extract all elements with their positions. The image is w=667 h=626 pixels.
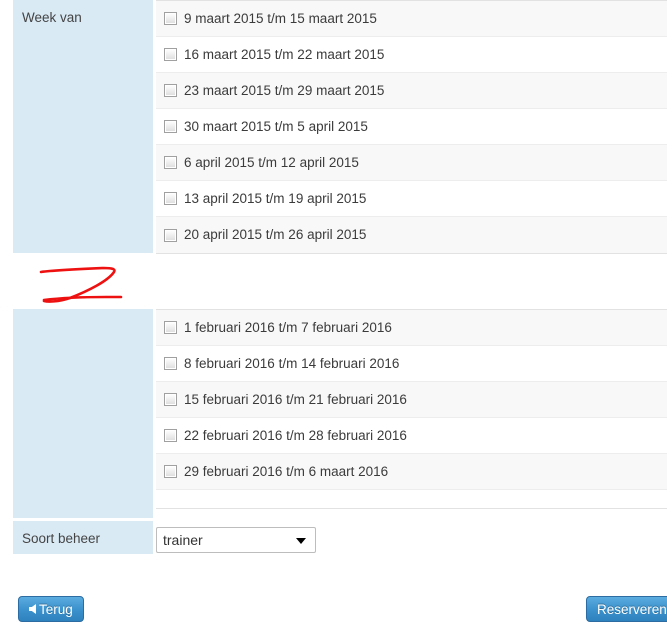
- checkbox-icon[interactable]: [164, 429, 177, 442]
- list-item[interactable]: 9 maart 2015 t/m 15 maart 2015: [156, 1, 667, 37]
- list-item-label: 22 februari 2016 t/m 28 februari 2016: [184, 427, 407, 443]
- list-item-label: 15 februari 2016 t/m 21 februari 2016: [184, 391, 407, 407]
- checkbox-list-2015: 9 maart 2015 t/m 15 maart 2015 16 maart …: [156, 0, 667, 254]
- list-item-label: 9 maart 2015 t/m 15 maart 2015: [184, 10, 377, 26]
- field-soort-beheer: trainer: [156, 521, 667, 553]
- form-row-week-van: Week van 9 maart 2015 t/m 15 maart 2015 …: [0, 0, 667, 254]
- checkbox-icon[interactable]: [164, 84, 177, 97]
- list-item[interactable]: 15 februari 2016 t/m 21 februari 2016: [156, 382, 667, 418]
- checkbox-icon[interactable]: [164, 48, 177, 61]
- field-week-van: 9 maart 2015 t/m 15 maart 2015 16 maart …: [156, 0, 667, 254]
- list-item[interactable]: 16 maart 2015 t/m 22 maart 2015: [156, 37, 667, 73]
- list-item-label: 13 april 2015 t/m 19 april 2015: [184, 190, 367, 206]
- field-label-soort-beheer: Soort beheer: [13, 521, 153, 554]
- field-weeks-2016: 1 februari 2016 t/m 7 februari 2016 8 fe…: [156, 309, 667, 509]
- list-item-label: 20 april 2015 t/m 26 april 2015: [184, 227, 367, 242]
- checkbox-icon[interactable]: [164, 156, 177, 169]
- select-wrapper: trainer: [156, 521, 667, 553]
- checkbox-icon[interactable]: [164, 228, 177, 242]
- soort-beheer-select-holder[interactable]: trainer: [156, 527, 316, 553]
- checkbox-icon[interactable]: [164, 321, 177, 334]
- arrow-left-icon: [29, 604, 36, 614]
- reservation-form-page: Week van 9 maart 2015 t/m 15 maart 2015 …: [0, 0, 667, 626]
- list-bottom-spacer: [156, 490, 667, 508]
- checkbox-icon[interactable]: [164, 357, 177, 370]
- list-item-label: 1 februari 2016 t/m 7 februari 2016: [184, 319, 392, 335]
- form-row-weeks-2016: 1 februari 2016 t/m 7 februari 2016 8 fe…: [0, 309, 667, 518]
- reserve-button-label: Reserveren: [597, 601, 667, 617]
- list-item-label: 23 maart 2015 t/m 29 maart 2015: [184, 82, 385, 98]
- list-item[interactable]: 1 februari 2016 t/m 7 februari 2016: [156, 310, 667, 346]
- form-row-soort-beheer: Soort beheer trainer: [0, 521, 667, 554]
- checkbox-icon[interactable]: [164, 393, 177, 406]
- list-item[interactable]: 8 februari 2016 t/m 14 februari 2016: [156, 346, 667, 382]
- list-item[interactable]: 23 maart 2015 t/m 29 maart 2015: [156, 73, 667, 109]
- list-item[interactable]: 30 maart 2015 t/m 5 april 2015: [156, 109, 667, 145]
- reserve-button[interactable]: Reserveren: [586, 596, 667, 622]
- checkbox-icon[interactable]: [164, 12, 177, 25]
- back-button[interactable]: Terug: [18, 596, 84, 622]
- list-item-label: 30 maart 2015 t/m 5 april 2015: [184, 118, 368, 134]
- list-item-label: 29 februari 2016 t/m 6 maart 2016: [184, 463, 389, 479]
- checkbox-list-2016: 1 februari 2016 t/m 7 februari 2016 8 fe…: [156, 309, 667, 509]
- field-label-week-van: Week van: [13, 0, 153, 253]
- checkbox-icon[interactable]: [164, 120, 177, 133]
- checkbox-icon[interactable]: [164, 465, 177, 478]
- list-item[interactable]: 29 februari 2016 t/m 6 maart 2016: [156, 454, 667, 490]
- list-item[interactable]: 22 februari 2016 t/m 28 februari 2016: [156, 418, 667, 454]
- list-item[interactable]: 6 april 2015 t/m 12 april 2015: [156, 145, 667, 181]
- list-item-label: 6 april 2015 t/m 12 april 2015: [184, 154, 359, 170]
- back-button-label: Terug: [39, 601, 73, 617]
- list-item[interactable]: 20 april 2015 t/m 26 april 2015: [156, 217, 667, 253]
- list-item-label: 8 februari 2016 t/m 14 februari 2016: [184, 355, 400, 371]
- list-item[interactable]: 13 april 2015 t/m 19 april 2015: [156, 181, 667, 217]
- checkbox-icon[interactable]: [164, 192, 177, 205]
- soort-beheer-select[interactable]: trainer: [156, 527, 316, 553]
- list-item-label: 16 maart 2015 t/m 22 maart 2015: [184, 46, 385, 62]
- field-label-weeks-2016: [13, 309, 153, 518]
